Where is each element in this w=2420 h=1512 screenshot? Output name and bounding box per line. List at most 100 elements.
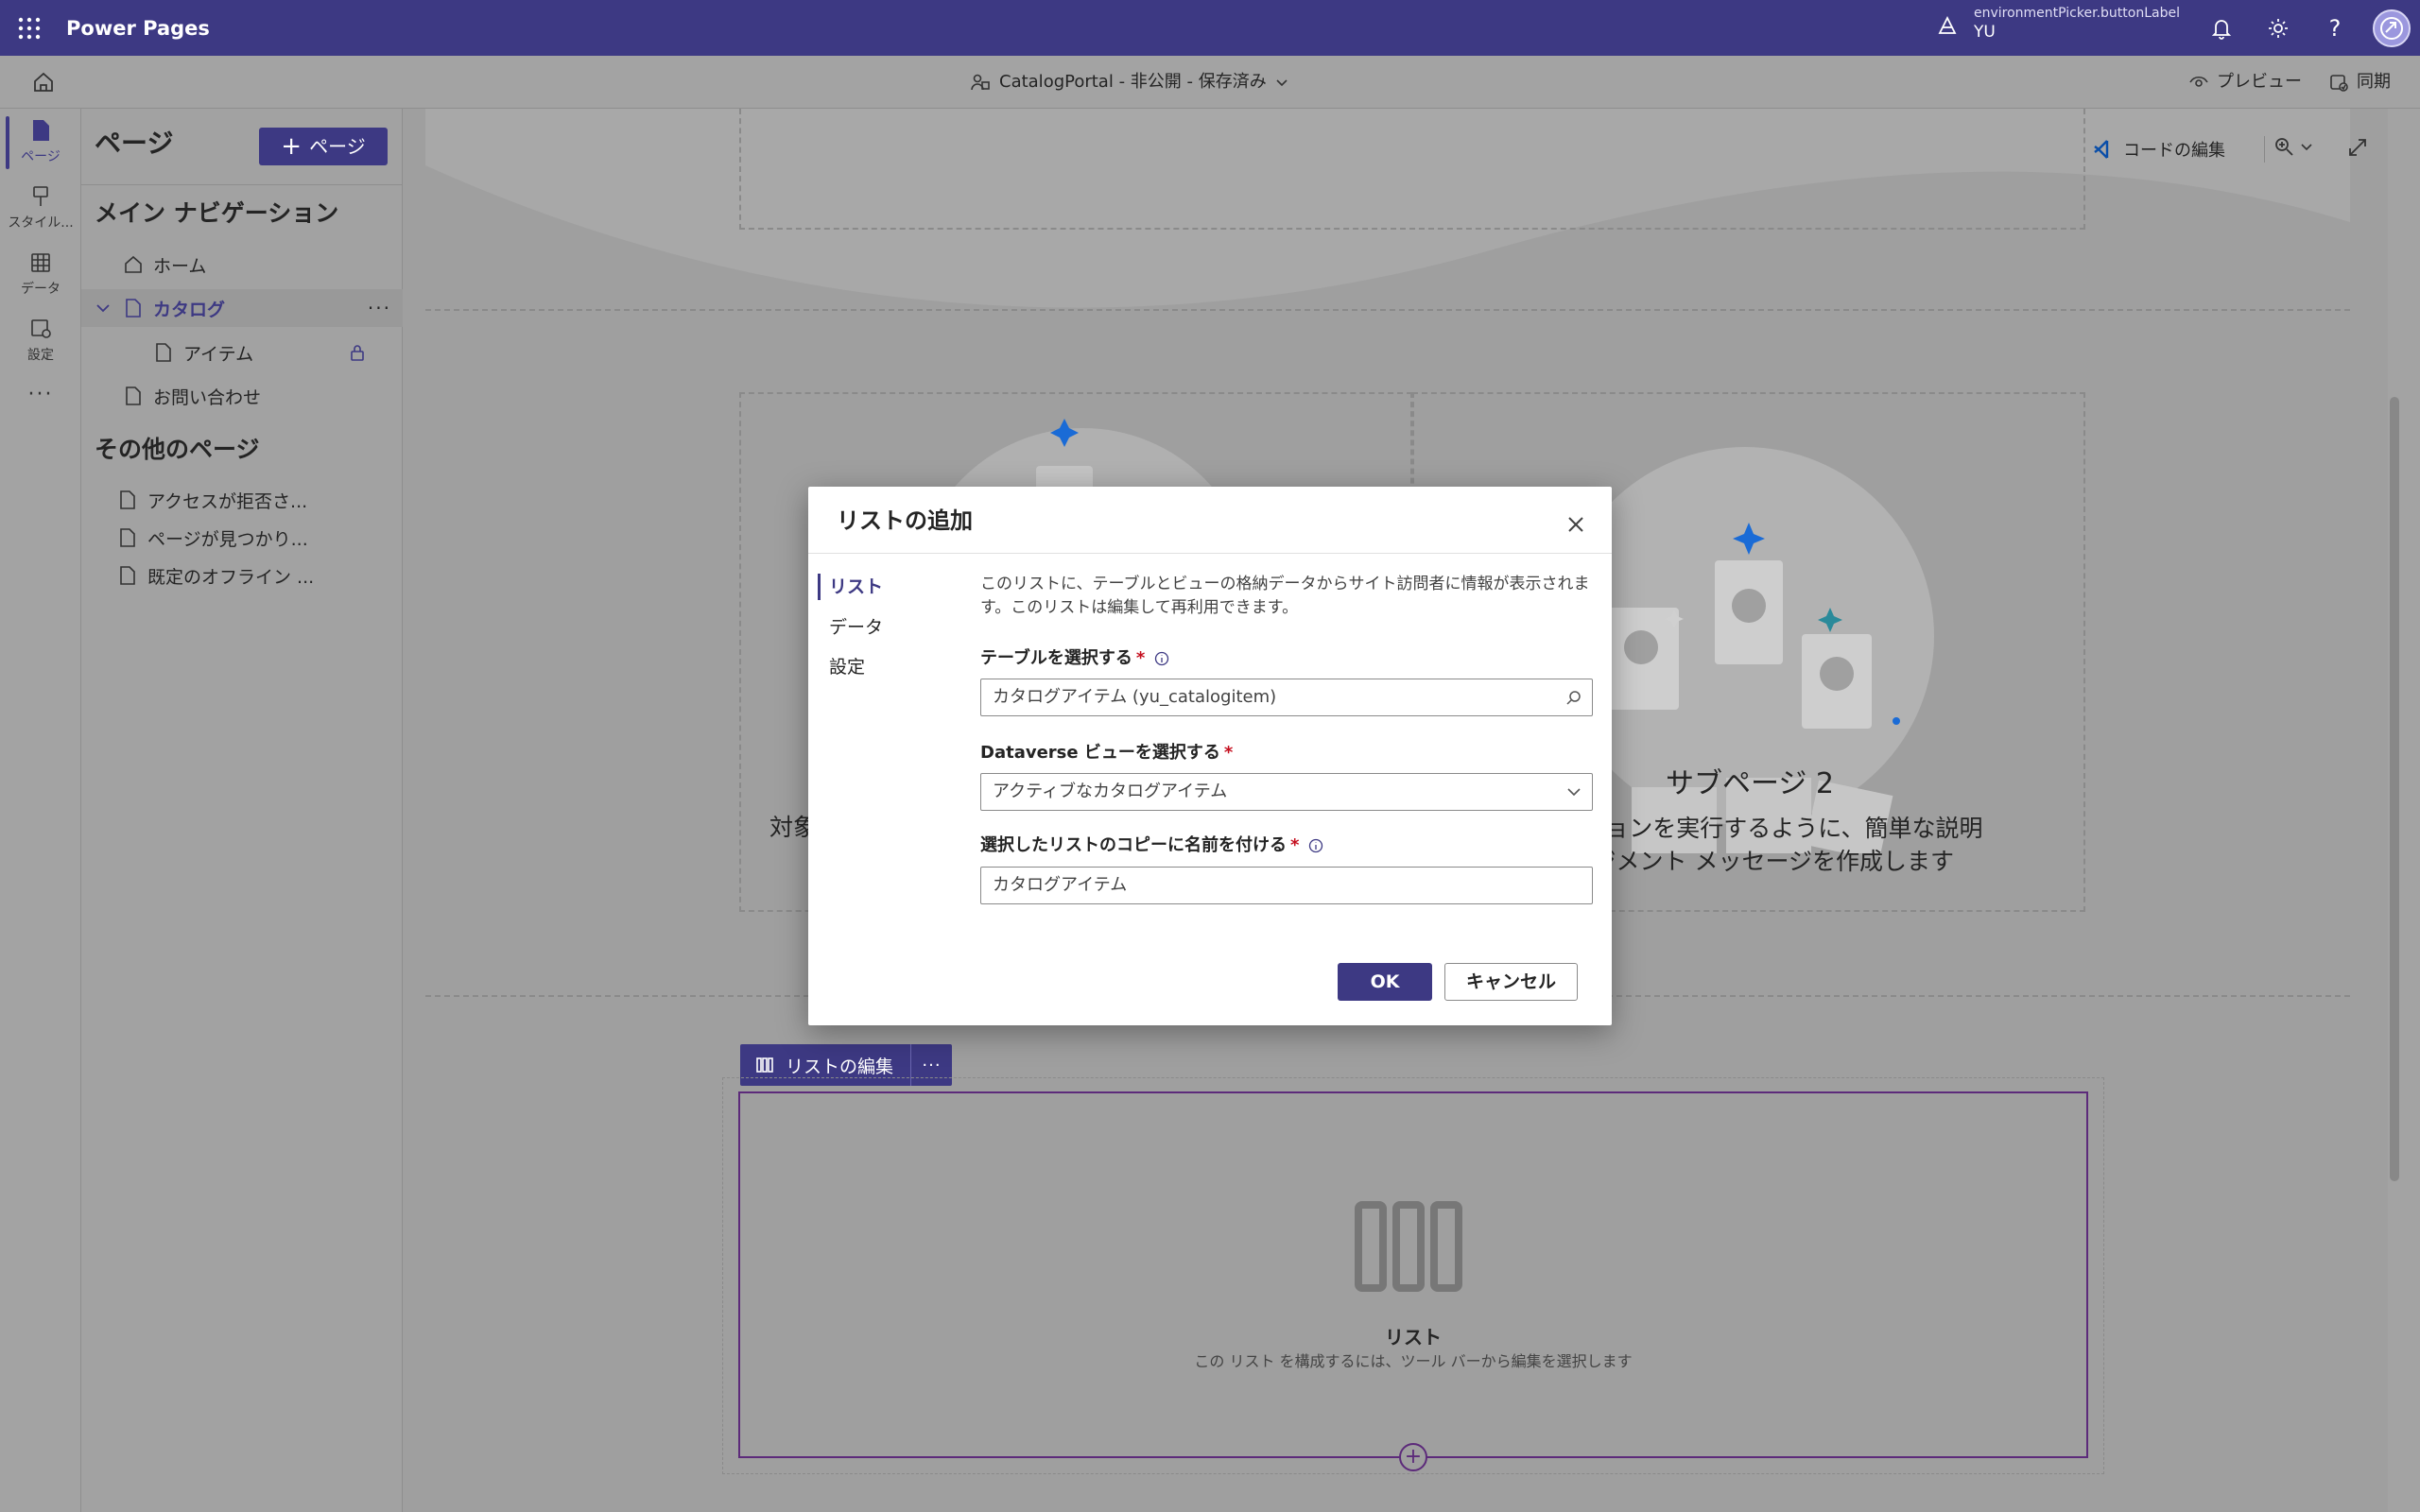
scrollbar-thumb[interactable] [2390, 397, 2399, 1181]
rail-item-settings[interactable]: 設定 [0, 309, 81, 375]
table-field-label: テーブルを選択する * [980, 647, 1169, 670]
divider [2264, 136, 2265, 163]
tab-settings[interactable]: 設定 [818, 654, 865, 680]
nav-item-label: ページが見つかり... [147, 528, 308, 550]
divider [81, 184, 403, 185]
rail-label: ページ [21, 149, 60, 164]
table-icon [31, 253, 50, 272]
page-icon [120, 566, 135, 585]
nav-item-access-denied[interactable]: アクセスが拒否さ... [81, 481, 403, 519]
site-selector[interactable]: CatalogPortal - 非公開 - 保存済み [969, 69, 1289, 95]
app-launcher-icon[interactable] [17, 16, 42, 41]
paintbrush-icon [33, 186, 48, 206]
list-placeholder[interactable]: リスト この リスト を構成するには、ツール バーから編集を選択します [738, 1091, 2088, 1458]
ok-button[interactable]: OK [1338, 963, 1432, 1001]
list-edit-label: リストの編集 [786, 1056, 894, 1077]
nav-item-label: ホーム [153, 255, 207, 277]
nav-item-label: カタログ [153, 299, 226, 320]
tab-data[interactable]: データ [818, 614, 883, 641]
top-app-bar: Power Pages environmentPicker.buttonLabe… [0, 0, 2420, 56]
left-nav-rail: ページ スタイル... データ 設定 ··· [0, 109, 81, 1512]
nav-item-items[interactable]: アイテム [81, 334, 403, 371]
nav-item-label: アイテム [183, 343, 254, 365]
nav-item-label: 既定のオフライン ... [147, 566, 315, 588]
plus-icon: + [281, 132, 302, 161]
name-field-label: 選択したリストのコピーに名前を付ける * [980, 834, 1323, 857]
chevron-down-icon[interactable] [95, 300, 112, 317]
more-icon[interactable]: ··· [0, 383, 81, 449]
view-select-value: アクティブなカタログアイテム [993, 782, 1228, 801]
divider [808, 553, 1612, 554]
nav-item-home[interactable]: ホーム [81, 246, 403, 284]
info-icon[interactable] [1154, 651, 1169, 666]
sync-label: 同期 [2357, 72, 2391, 92]
site-command-bar: CatalogPortal - 非公開 - 保存済み プレビュー 同期 [0, 56, 2420, 109]
list-icon [756, 1057, 773, 1073]
sync-button[interactable]: 同期 [2328, 69, 2391, 95]
main-nav-header: メイン ナビゲーション [95, 199, 339, 227]
zoom-dropdown[interactable] [2273, 136, 2313, 157]
zoom-icon [2275, 138, 2293, 156]
site-status-label: CatalogPortal - 非公開 - 保存済み [999, 72, 1267, 92]
preview-label: プレビュー [2217, 72, 2302, 92]
page-icon [126, 299, 141, 318]
info-icon[interactable] [1308, 838, 1323, 853]
section-container[interactable] [739, 109, 2085, 230]
environment-picker-label[interactable]: environmentPicker.buttonLabel [1974, 6, 2180, 22]
add-section-plus-icon[interactable]: + [1399, 1443, 1427, 1471]
page-icon [120, 528, 135, 547]
more-options-icon[interactable]: ··· [368, 297, 391, 319]
list-placeholder-desc: この リスト を構成するには、ツール バーから編集を選択します [1194, 1352, 1633, 1370]
view-select[interactable]: アクティブなカタログアイテム [980, 773, 1593, 811]
required-mark: * [1223, 743, 1234, 763]
expand-icon[interactable] [2346, 136, 2369, 159]
more-options-icon[interactable]: ··· [911, 1056, 952, 1075]
notifications-icon[interactable] [2208, 15, 2235, 42]
avatar[interactable] [2373, 9, 2411, 47]
search-icon[interactable] [1565, 689, 1582, 706]
environment-icon[interactable] [1933, 12, 1962, 41]
home-icon [125, 255, 142, 273]
table-lookup-input[interactable]: カタログアイテム (yu_catalogitem) [980, 679, 1593, 716]
rail-item-data[interactable]: データ [0, 243, 81, 309]
environment-name[interactable]: YU [1974, 23, 1996, 42]
cancel-button[interactable]: キャンセル [1444, 963, 1578, 1001]
close-icon[interactable] [1564, 513, 1587, 536]
page-icon [126, 387, 141, 405]
list-placeholder-title: リスト [1385, 1326, 1442, 1349]
help-icon[interactable]: ? [2322, 15, 2348, 42]
nav-item-offline[interactable]: 既定のオフライン ... [81, 557, 403, 594]
table-lookup-value: カタログアイテム (yu_catalogitem) [993, 687, 1277, 707]
list-name-input[interactable]: カタログアイテム [980, 867, 1593, 904]
rail-item-styles[interactable]: スタイル... [0, 177, 81, 243]
rail-label: データ [21, 282, 60, 297]
preview-button[interactable]: プレビュー [2188, 69, 2302, 95]
list-name-value: カタログアイテム [993, 875, 1128, 895]
rail-label: 設定 [27, 348, 54, 363]
tab-list[interactable]: リスト [818, 574, 883, 600]
nav-item-not-found[interactable]: ページが見つかり... [81, 519, 403, 557]
view-field-label: Dataverse ビューを選択する * [980, 742, 1233, 765]
other-pages-header: その他のページ [95, 436, 260, 463]
dialog-title: リストの追加 [837, 507, 973, 534]
section-divider [425, 309, 2350, 311]
rail-item-pages[interactable]: ページ [0, 111, 81, 177]
page-icon [120, 490, 135, 509]
settings-icon [31, 319, 51, 338]
settings-gear-icon[interactable] [2265, 15, 2291, 42]
lock-icon [351, 345, 364, 361]
chevron-down-icon [1276, 79, 1288, 87]
nav-item-contact[interactable]: お問い合わせ [81, 377, 403, 415]
edit-code-label: コードの編集 [2123, 141, 2225, 161]
eye-icon [2189, 76, 2208, 87]
home-icon[interactable] [30, 69, 57, 95]
vscode-icon [2094, 140, 2109, 159]
add-page-button[interactable]: + ページ [259, 128, 388, 165]
sync-icon [2330, 75, 2348, 92]
required-mark: * [1135, 648, 1146, 668]
required-mark: * [1290, 835, 1300, 855]
page-icon [156, 343, 171, 362]
edit-code-button[interactable]: コードの編集 [2091, 132, 2225, 166]
nav-item-catalog[interactable]: カタログ ··· [81, 289, 403, 327]
add-page-label: ページ [309, 135, 366, 158]
